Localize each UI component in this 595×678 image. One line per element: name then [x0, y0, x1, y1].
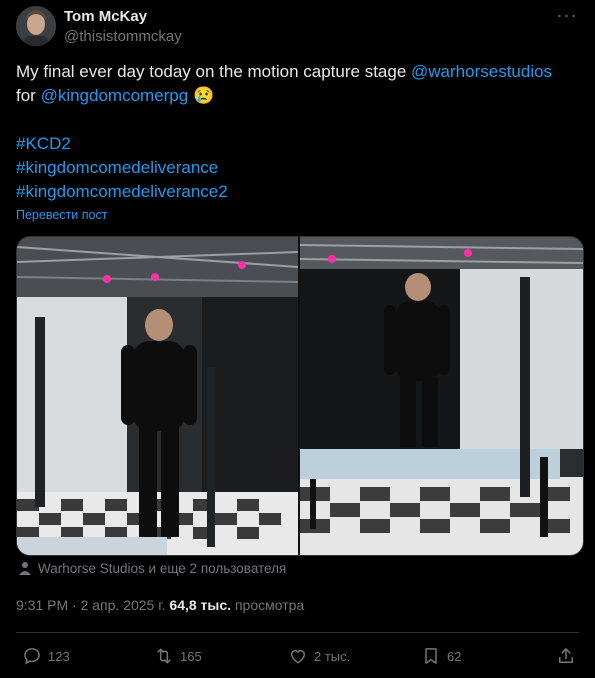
crying-emoji: 😢 — [192, 86, 215, 105]
more-options-icon[interactable]: ··· — [555, 6, 579, 28]
repost-count: 165 — [180, 648, 202, 664]
reply-icon — [24, 648, 40, 665]
post-text-part2: for — [16, 86, 41, 105]
author-name[interactable]: Tom McKay — [64, 8, 147, 25]
repost-button[interactable]: 165 — [154, 642, 202, 670]
hashtag-kcd2[interactable]: #KCD2 — [16, 132, 228, 156]
mention-kingdomcomerpg[interactable]: @kingdomcomerpg — [41, 86, 189, 105]
post-header: Tom McKay @thisistommckay ··· — [16, 6, 579, 48]
avatar[interactable] — [16, 6, 56, 46]
like-count: 2 тыс. — [314, 648, 351, 664]
translate-post-link[interactable]: Перевести пост — [16, 208, 107, 222]
meta-separator: · — [68, 597, 81, 613]
post-date[interactable]: 2 апр. 2025 г. — [81, 597, 166, 613]
reply-button[interactable]: 123 — [22, 642, 70, 670]
like-button[interactable]: 2 тыс. — [288, 642, 350, 670]
hashtag-kingdomcomedeliverance2[interactable]: #kingdomcomedeliverance2 — [16, 180, 228, 204]
post-time[interactable]: 9:31 PM — [16, 597, 68, 613]
media-gallery — [16, 236, 584, 556]
mention-warhorsestudios[interactable]: @warhorsestudios — [411, 62, 552, 81]
share-button[interactable] — [556, 642, 582, 670]
bookmark-button[interactable]: 62 — [421, 642, 461, 670]
views-label: просмотра — [234, 597, 305, 613]
post-text: My final ever day today on the motion ca… — [16, 60, 579, 108]
bookmark-icon — [425, 648, 437, 664]
repost-icon — [157, 648, 171, 664]
author-handle[interactable]: @thisistommckay — [64, 28, 182, 45]
heart-icon — [291, 650, 305, 664]
post-meta: 9:31 PM · 2 апр. 2025 г. 64,8 тыс. просм… — [16, 597, 304, 613]
photo-1[interactable] — [17, 237, 298, 555]
hashtag-list: #KCD2 #kingdomcomedeliverance #kingdomco… — [16, 132, 228, 204]
tagged-users-text: Warhorse Studios и еще 2 пользователя — [38, 561, 287, 576]
views-count[interactable]: 64,8 тыс. — [169, 597, 231, 613]
share-icon — [559, 648, 573, 663]
photo-2[interactable] — [300, 237, 583, 555]
divider — [16, 632, 579, 633]
post-text-part1: My final ever day today on the motion ca… — [16, 62, 412, 81]
person-icon — [19, 562, 31, 575]
bookmark-count: 62 — [447, 648, 462, 664]
hashtag-kingdomcomedeliverance[interactable]: #kingdomcomedeliverance — [16, 156, 228, 180]
post: Tom McKay @thisistommckay ··· My final e… — [0, 0, 595, 678]
reply-count: 123 — [48, 648, 70, 664]
action-bar: 123 165 2 тыс. 62 — [16, 642, 579, 670]
tagged-users[interactable]: Warhorse Studios и еще 2 пользователя — [18, 561, 286, 576]
